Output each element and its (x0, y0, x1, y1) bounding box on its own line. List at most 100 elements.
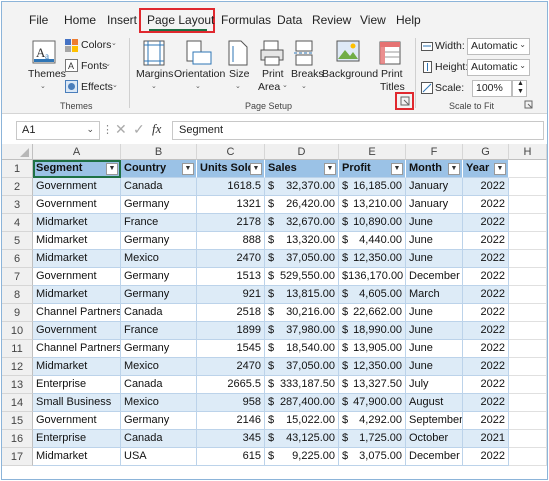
table-cell[interactable]: France (121, 322, 197, 340)
empty-cell[interactable] (509, 448, 547, 466)
empty-cell[interactable] (509, 268, 547, 286)
width-select[interactable]: Automatic ⌄ (467, 38, 530, 55)
tab-home[interactable]: Home (64, 13, 96, 27)
table-cell[interactable]: Midmarket (33, 286, 121, 304)
table-cell[interactable]: 1321 (197, 196, 265, 214)
table-cell[interactable]: 615 (197, 448, 265, 466)
table-cell[interactable]: Germany (121, 196, 197, 214)
row-header[interactable]: 14 (2, 394, 33, 412)
table-cell[interactable]: $37,050.00 (265, 250, 339, 268)
dialog-launcher-icon[interactable] (524, 100, 534, 110)
empty-cell[interactable] (509, 376, 547, 394)
table-cell[interactable]: Germany (121, 412, 197, 430)
row-header[interactable]: 17 (2, 448, 33, 466)
table-cell[interactable]: $32,670.00 (265, 214, 339, 232)
table-header-cell[interactable]: Units Sold ▼ (197, 160, 265, 178)
table-cell[interactable]: 2518 (197, 304, 265, 322)
table-cell[interactable]: $333,187.50 (265, 376, 339, 394)
table-cell[interactable]: $13,210.00 (339, 196, 406, 214)
table-cell[interactable]: 2022 (463, 232, 509, 250)
table-cell[interactable]: USA (121, 448, 197, 466)
table-cell[interactable]: $32,370.00 (265, 178, 339, 196)
table-cell[interactable]: 2021 (463, 430, 509, 448)
table-cell[interactable]: June (406, 214, 463, 232)
table-cell[interactable]: Midmarket (33, 214, 121, 232)
column-header-a[interactable]: A (33, 144, 121, 160)
filter-dropdown-icon[interactable]: ▼ (391, 163, 403, 175)
table-cell[interactable]: $529,550.00 (265, 268, 339, 286)
table-cell[interactable]: 2022 (463, 448, 509, 466)
table-cell[interactable]: $37,980.00 (265, 322, 339, 340)
table-cell[interactable]: 2470 (197, 250, 265, 268)
table-cell[interactable]: Enterprise (33, 376, 121, 394)
table-cell[interactable]: Canada (121, 430, 197, 448)
filter-dropdown-icon[interactable]: ▼ (494, 163, 506, 175)
empty-cell[interactable] (509, 322, 547, 340)
table-cell[interactable]: Government (33, 268, 121, 286)
name-box[interactable]: A1 ⌄ (16, 121, 100, 140)
formula-input[interactable]: Segment (172, 121, 544, 140)
table-cell[interactable]: Germany (121, 340, 197, 358)
table-cell[interactable]: Government (33, 178, 121, 196)
table-cell[interactable]: 2022 (463, 250, 509, 268)
table-cell[interactable]: June (406, 340, 463, 358)
row-header[interactable]: 7 (2, 268, 33, 286)
empty-cell[interactable] (509, 286, 547, 304)
empty-cell[interactable] (509, 214, 547, 232)
table-cell[interactable]: 2022 (463, 214, 509, 232)
filter-dropdown-icon[interactable]: ▼ (106, 163, 118, 175)
table-cell[interactable]: 1899 (197, 322, 265, 340)
table-cell[interactable]: June (406, 358, 463, 376)
page-setup-dialog-launcher[interactable] (395, 92, 414, 110)
column-header-e[interactable]: E (339, 144, 406, 160)
table-cell[interactable]: June (406, 304, 463, 322)
row-header[interactable]: 11 (2, 340, 33, 358)
table-header-cell[interactable]: Segment ▼ (33, 160, 121, 178)
table-cell[interactable]: June (406, 232, 463, 250)
table-cell[interactable]: March (406, 286, 463, 304)
table-cell[interactable]: $13,327.50 (339, 376, 406, 394)
table-cell[interactable]: Canada (121, 376, 197, 394)
table-cell[interactable]: $4,440.00 (339, 232, 406, 250)
table-cell[interactable]: Germany (121, 232, 197, 250)
table-cell[interactable]: 2022 (463, 178, 509, 196)
row-header[interactable]: 10 (2, 322, 33, 340)
row-header[interactable]: 12 (2, 358, 33, 376)
filter-dropdown-icon[interactable]: ▼ (182, 163, 194, 175)
empty-cell[interactable] (509, 304, 547, 322)
table-cell[interactable]: 921 (197, 286, 265, 304)
table-cell[interactable]: 958 (197, 394, 265, 412)
empty-cell[interactable] (509, 394, 547, 412)
table-cell[interactable]: $13,320.00 (265, 232, 339, 250)
table-cell[interactable]: $26,420.00 (265, 196, 339, 214)
table-cell[interactable]: Canada (121, 178, 197, 196)
tab-help[interactable]: Help (396, 13, 421, 27)
table-cell[interactable]: $4,605.00 (339, 286, 406, 304)
empty-cell[interactable] (509, 358, 547, 376)
table-cell[interactable]: January (406, 178, 463, 196)
table-cell[interactable]: 2022 (463, 322, 509, 340)
row-header[interactable]: 16 (2, 430, 33, 448)
table-cell[interactable]: Germany (121, 286, 197, 304)
table-header-cell[interactable]: Year ▼ (463, 160, 509, 178)
empty-cell[interactable] (509, 232, 547, 250)
table-header-cell[interactable]: Month ▼ (406, 160, 463, 178)
tab-review[interactable]: Review (312, 13, 351, 27)
table-cell[interactable]: $287,400.00 (265, 394, 339, 412)
table-cell[interactable]: Germany (121, 268, 197, 286)
table-cell[interactable]: 2022 (463, 286, 509, 304)
table-cell[interactable]: $1,725.00 (339, 430, 406, 448)
column-header-f[interactable]: F (406, 144, 463, 160)
table-cell[interactable]: 1513 (197, 268, 265, 286)
row-header[interactable]: 15 (2, 412, 33, 430)
table-cell[interactable]: Midmarket (33, 232, 121, 250)
table-cell[interactable]: $12,350.00 (339, 358, 406, 376)
table-cell[interactable]: $16,185.00 (339, 178, 406, 196)
table-cell[interactable]: $30,216.00 (265, 304, 339, 322)
table-cell[interactable]: August (406, 394, 463, 412)
table-cell[interactable]: Enterprise (33, 430, 121, 448)
table-cell[interactable]: Channel Partners (33, 340, 121, 358)
table-cell[interactable]: January (406, 196, 463, 214)
tab-data[interactable]: Data (277, 13, 302, 27)
table-header-cell[interactable]: Sales ▼ (265, 160, 339, 178)
